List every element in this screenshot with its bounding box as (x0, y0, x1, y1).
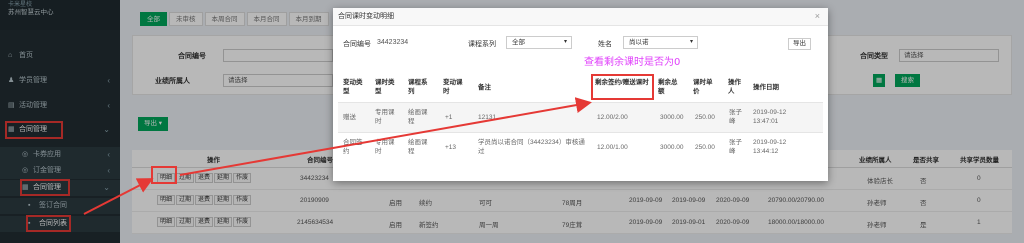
operate-date-cell: 2019-09-12 13:44:12 (753, 139, 787, 155)
highlight-box (151, 166, 177, 184)
change-type-cell: 赠送 (343, 114, 356, 121)
remark-cell: 12131 (478, 114, 497, 121)
operate-date-cell: 2019-09-12 13:47:01 (753, 109, 787, 125)
hour-type-cell: 专用课时 (375, 109, 395, 125)
name-value: 尚以诺 (629, 39, 649, 46)
name-select[interactable]: 尚以诺 ▾ (623, 36, 698, 49)
close-icon[interactable]: × (815, 11, 820, 21)
col-unit-price: 课时单价 (693, 79, 713, 95)
course-series-cell: 绘画课程 (408, 139, 428, 155)
unit-price-cell: 250.00 (695, 114, 715, 121)
col-hour-type: 课时类型 (375, 79, 395, 95)
hours-change-modal: 合同课时变动明细 × 合同编号 34423234 课程系列 全部 ▾ 姓名 尚以诺… (333, 8, 828, 181)
change-type-cell: 合同签约 (343, 139, 363, 155)
course-series-cell: 绘画课程 (408, 109, 428, 125)
col-operator: 操作人 (728, 79, 741, 95)
col-remark: 备注 (478, 84, 491, 91)
remark-cell: 学员尚以诺合同（34423234）审核通过 (478, 139, 585, 155)
annotation-text: 查看剩余课时是否为0 (584, 57, 681, 68)
course-series-select[interactable]: 全部 ▾ (506, 36, 572, 49)
col-operate-date: 操作日期 (753, 84, 779, 91)
col-remaining-amount: 剩余总额 (658, 79, 678, 95)
remaining-hours-cell: 12.00/1.00 (597, 144, 628, 151)
changed-hours-cell: +13 (445, 144, 457, 151)
col-course-series: 课程系列 (408, 79, 428, 95)
col-changed-hours: 变动课时 (443, 79, 463, 95)
caret-down-icon: ▾ (689, 39, 693, 45)
remaining-hours-cell: 12.00/2.00 (597, 114, 628, 121)
modal-export-button[interactable]: 导出 (788, 38, 811, 50)
remaining-amount-cell: 3000.00 (660, 114, 684, 121)
remaining-amount-cell: 3000.00 (660, 144, 684, 151)
unit-price-cell: 250.00 (695, 144, 715, 151)
contract-no-value: 34423234 (377, 39, 409, 46)
hour-type-cell: 专用课时 (375, 139, 395, 155)
caret-down-icon: ▾ (563, 39, 567, 45)
highlight-box (591, 74, 654, 100)
modal-title: 合同课时变动明细 (333, 8, 828, 26)
operator-cell: 张子峰 (729, 109, 742, 125)
name-label: 姓名 (598, 41, 612, 48)
operator-cell: 张子峰 (729, 139, 742, 155)
course-series-value: 全部 (512, 39, 525, 46)
col-change-type: 变动类型 (343, 79, 363, 95)
course-series-label: 课程系列 (468, 41, 496, 48)
changed-hours-cell: +1 (445, 114, 453, 121)
contract-no-label: 合同编号 (343, 41, 371, 48)
